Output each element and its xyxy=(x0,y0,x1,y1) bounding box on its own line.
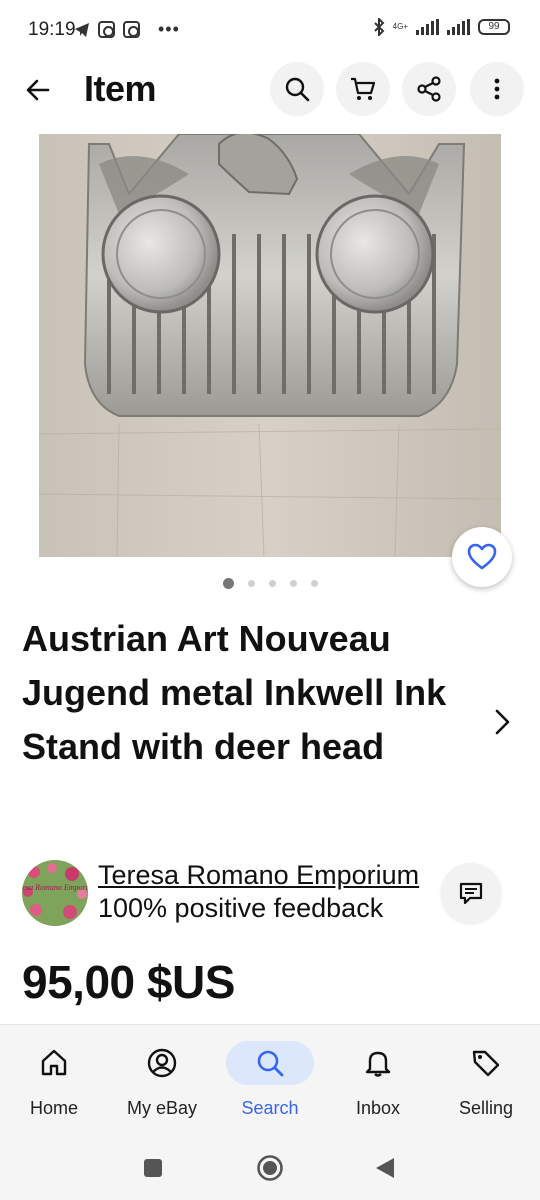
chevron-right-icon[interactable] xyxy=(486,706,518,738)
product-image[interactable] xyxy=(39,134,501,557)
contact-seller-button[interactable] xyxy=(441,863,501,923)
pagination-dot[interactable] xyxy=(247,580,255,587)
item-title[interactable]: Austrian Art Nouveau Jugend metal Inkwel… xyxy=(22,612,462,774)
system-navigation xyxy=(0,1134,540,1200)
status-indicators: 4G+ 99 xyxy=(373,18,510,36)
share-icon xyxy=(417,76,441,102)
bluetooth-icon xyxy=(373,18,385,36)
avatar-text: Teresa Romano Emporium xyxy=(22,883,88,892)
account-icon xyxy=(147,1048,177,1078)
battery-indicator: 99 xyxy=(478,19,510,35)
nav-my-ebay[interactable]: My eBay xyxy=(108,1025,216,1135)
pagination-dot[interactable] xyxy=(310,580,318,587)
back-system-button[interactable] xyxy=(374,1156,396,1180)
more-options-button[interactable] xyxy=(470,62,524,116)
pagination-dot[interactable] xyxy=(268,580,276,587)
back-button[interactable] xyxy=(18,70,58,110)
nav-label: Home xyxy=(29,1098,78,1118)
heart-icon xyxy=(467,543,497,570)
image-pagination xyxy=(0,578,540,589)
message-icon xyxy=(459,882,483,905)
nav-selling[interactable]: Selling xyxy=(432,1025,540,1135)
status-time: 19:19 xyxy=(28,19,76,40)
signal-icon xyxy=(447,19,470,35)
search-button[interactable] xyxy=(270,62,324,116)
more-vertical-icon xyxy=(494,78,500,100)
network-type: 4G+ xyxy=(392,22,408,31)
home-system-button[interactable] xyxy=(256,1154,284,1182)
tag-icon xyxy=(472,1050,500,1077)
home-icon xyxy=(41,1049,67,1076)
inkwell-photo xyxy=(39,134,501,557)
page-title: Item xyxy=(84,68,157,109)
status-bar: 19:19 ••• 4G+ 99 xyxy=(0,0,540,60)
pagination-dot[interactable] xyxy=(289,580,297,587)
instagram-icon xyxy=(98,21,115,38)
more-notifications-icon: ••• xyxy=(158,19,180,39)
recents-button[interactable] xyxy=(143,1158,163,1178)
telegram-icon xyxy=(75,22,89,37)
nav-label: Selling xyxy=(458,1098,514,1118)
cart-button[interactable] xyxy=(336,62,390,116)
pagination-dot[interactable] xyxy=(222,578,234,589)
seller-feedback: 100% positive feedback xyxy=(98,893,384,923)
seller-avatar[interactable]: Teresa Romano Emporium xyxy=(22,860,88,926)
search-icon xyxy=(285,77,310,102)
search-icon xyxy=(257,1050,284,1077)
seller-name-link[interactable]: Teresa Romano Emporium xyxy=(98,860,498,891)
nav-search[interactable]: Search xyxy=(216,1025,324,1135)
top-app-bar: Item xyxy=(0,62,540,118)
item-price: 95,00 $US xyxy=(22,956,235,1008)
back-arrow-icon xyxy=(26,79,50,101)
nav-inbox[interactable]: Inbox xyxy=(324,1025,432,1135)
nav-label: Inbox xyxy=(355,1098,401,1118)
share-button[interactable] xyxy=(402,62,456,116)
bell-icon xyxy=(365,1051,391,1077)
nav-label: Search xyxy=(241,1098,299,1118)
cart-icon xyxy=(351,77,376,100)
signal-icon xyxy=(416,19,439,35)
bottom-navigation: Home My eBay Search Inbox Selling xyxy=(0,1024,540,1134)
notification-icons: ••• xyxy=(75,19,180,40)
instagram-icon xyxy=(123,21,140,38)
nav-home[interactable]: Home xyxy=(0,1025,108,1135)
nav-label: My eBay xyxy=(126,1098,198,1118)
